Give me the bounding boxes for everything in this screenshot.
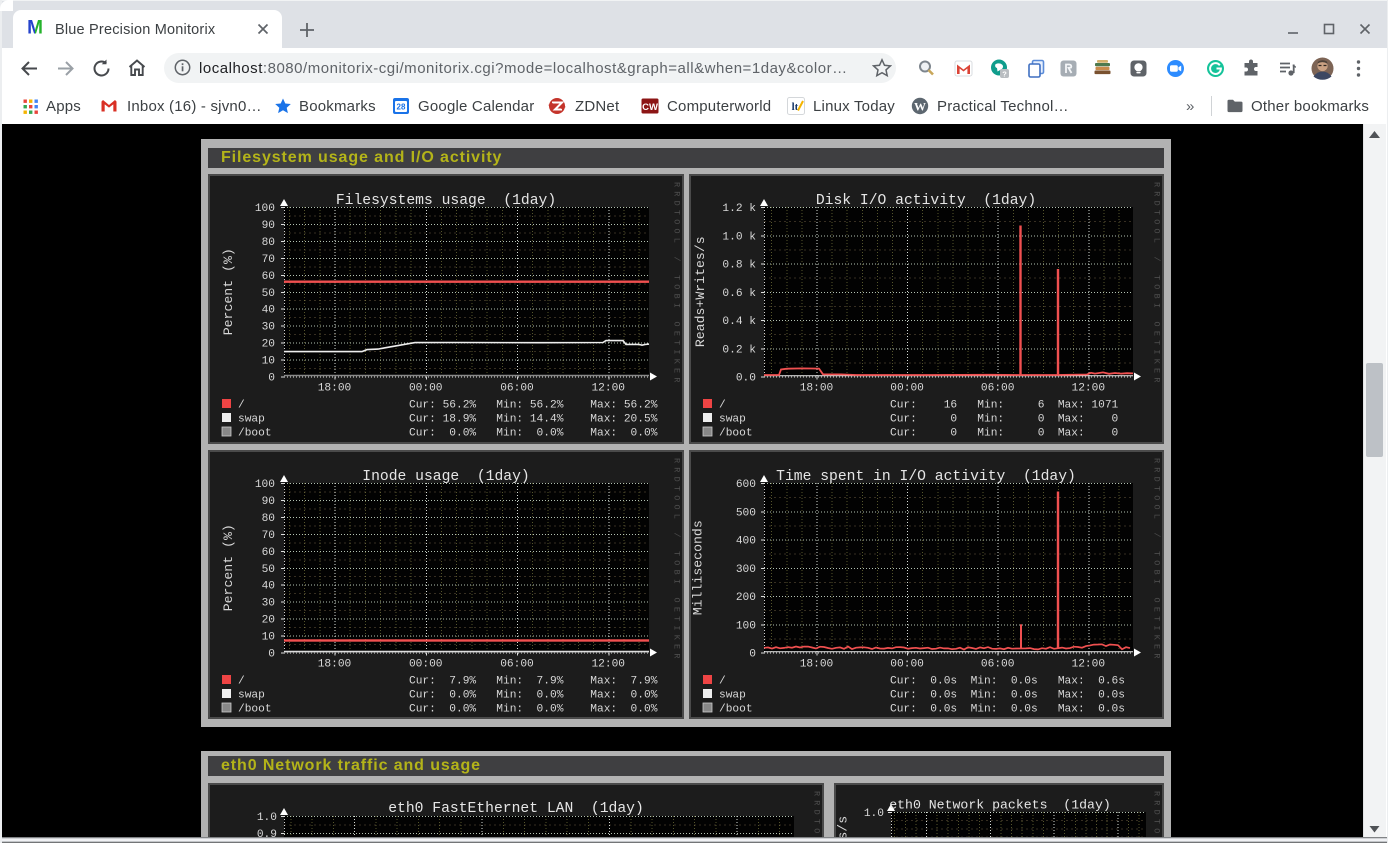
svg-text:70: 70 <box>262 530 276 542</box>
svg-text:06:00: 06:00 <box>981 659 1015 671</box>
svg-text:40: 40 <box>262 305 276 317</box>
svg-text:70: 70 <box>262 254 276 266</box>
svg-text:20: 20 <box>262 615 276 627</box>
svg-text:12:00: 12:00 <box>591 659 625 671</box>
svg-text:00:00: 00:00 <box>890 659 924 671</box>
svg-text:100: 100 <box>255 479 275 491</box>
svg-text:Cur: 0.0% Min: 0.0% Max: Cur: 0.0% Min: 0.0% Max: 0.0% <box>409 704 658 716</box>
svg-text:18:00: 18:00 <box>800 659 834 671</box>
svg-text:50: 50 <box>262 564 276 576</box>
svg-text:Percent (%): Percent (%) <box>221 524 236 611</box>
svg-text:100: 100 <box>736 620 756 632</box>
svg-text:00:00: 00:00 <box>409 383 443 395</box>
svg-text:Filesystems usage (1day): Filesystems usage (1day) <box>336 193 556 209</box>
svg-text:Milliseconds: Milliseconds <box>691 520 706 615</box>
svg-text:lt: lt <box>792 101 799 113</box>
svg-text:18:00: 18:00 <box>318 383 352 395</box>
svg-text:/: / <box>238 676 245 688</box>
svg-text:/boot: /boot <box>719 428 753 440</box>
svg-text:RRDTOOL / TOBI OETIKER: RRDTOOL / TOBI OETIKER <box>1152 791 1162 843</box>
svg-text:12:00: 12:00 <box>1072 383 1106 395</box>
svg-text:80: 80 <box>262 513 276 525</box>
svg-text:Cur: 0.0s Min: 0.0s Max:: Cur: 0.0s Min: 0.0s Max: 0.0s <box>890 690 1125 702</box>
svg-text:0.8 k: 0.8 k <box>722 260 756 272</box>
svg-text:200: 200 <box>736 592 756 604</box>
svg-text:/boot: /boot <box>719 704 753 716</box>
svg-text:90: 90 <box>262 496 276 508</box>
svg-text:Cur: 0.0% Min: 0.0% Max: Cur: 0.0% Min: 0.0% Max: 0.0% <box>409 428 658 440</box>
svg-text:80: 80 <box>262 237 276 249</box>
svg-text:Cur: 0 Min: 0 Max:: Cur: 0 Min: 0 Max: 0 <box>890 414 1119 426</box>
svg-text:10: 10 <box>262 356 276 368</box>
svg-text:Cur: 0.0s Min: 0.0s Max:: Cur: 0.0s Min: 0.0s Max: 0.0s <box>890 704 1125 716</box>
svg-text:swap: swap <box>719 690 746 702</box>
svg-text:06:00: 06:00 <box>981 383 1015 395</box>
svg-text:RRDTOOL / TOBI OETIKER: RRDTOOL / TOBI OETIKER <box>1152 182 1162 387</box>
svg-text:/boot: /boot <box>238 704 272 716</box>
svg-text:0: 0 <box>268 373 275 385</box>
svg-text:RRDTOOL / TOBI OETIKER: RRDTOOL / TOBI OETIKER <box>672 182 682 387</box>
svg-text:18:00: 18:00 <box>800 383 834 395</box>
svg-text:12:00: 12:00 <box>591 383 625 395</box>
svg-text:Cur: 0.0s Min: 0.0s Max:: Cur: 0.0s Min: 0.0s Max: 0.6s <box>890 676 1125 688</box>
svg-text:/: / <box>238 400 245 412</box>
svg-text:0.4 k: 0.4 k <box>722 316 756 328</box>
svg-text:swap: swap <box>238 690 265 702</box>
svg-text:30: 30 <box>262 322 276 334</box>
svg-text:28: 28 <box>397 103 406 112</box>
svg-text:CW: CW <box>642 102 658 113</box>
svg-text:40: 40 <box>262 581 276 593</box>
svg-text:0: 0 <box>749 649 756 661</box>
svg-text:30: 30 <box>262 598 276 610</box>
svg-text:swap: swap <box>719 414 746 426</box>
svg-text:20: 20 <box>262 339 276 351</box>
svg-text:500: 500 <box>736 507 756 519</box>
svg-text:400: 400 <box>736 536 756 548</box>
svg-text:00:00: 00:00 <box>409 659 443 671</box>
svg-text:Disk I/O activity (1day): Disk I/O activity (1day) <box>816 193 1036 209</box>
svg-text:/boot: /boot <box>238 428 272 440</box>
svg-text:50: 50 <box>262 288 276 300</box>
svg-text:?: ? <box>1002 69 1007 78</box>
svg-text:eth0 FastEthernet LAN (1day): eth0 FastEthernet LAN (1day) <box>388 801 644 817</box>
svg-text:00:00: 00:00 <box>890 383 924 395</box>
svg-text:18:00: 18:00 <box>318 659 352 671</box>
svg-text:300: 300 <box>736 564 756 576</box>
svg-text:10: 10 <box>262 632 276 644</box>
svg-text:100: 100 <box>255 203 275 215</box>
svg-text:/: / <box>719 400 726 412</box>
svg-text:Cur: 0.0% Min: 0.0% Max: Cur: 0.0% Min: 0.0% Max: 0.0% <box>409 690 658 702</box>
svg-text:06:00: 06:00 <box>500 659 534 671</box>
svg-text:Cur: 56.2% Min: 56.2% Max: Cur: 56.2% Min: 56.2% Max: 56.2% <box>409 400 658 412</box>
svg-text:0.6 k: 0.6 k <box>722 288 756 300</box>
svg-text:1.2 k: 1.2 k <box>722 203 756 215</box>
svg-text:Cur: 0 Min: 0 Max:: Cur: 0 Min: 0 Max: 0 <box>890 428 1119 440</box>
svg-text:/: / <box>719 676 726 688</box>
svg-text:60: 60 <box>262 547 276 559</box>
svg-text:Reads+Writes/s: Reads+Writes/s <box>693 236 708 347</box>
svg-text:Inode usage (1day): Inode usage (1day) <box>362 469 529 485</box>
svg-text:Cur: 16 Min: 6 Max:: Cur: 16 Min: 6 Max: 1071 <box>890 400 1119 412</box>
svg-text:12:00: 12:00 <box>1072 659 1106 671</box>
svg-text:0: 0 <box>268 649 275 661</box>
svg-text:eth0 Network packets (1day): eth0 Network packets (1day) <box>889 798 1111 813</box>
svg-text:Percent (%): Percent (%) <box>221 248 236 335</box>
svg-text:600: 600 <box>736 479 756 491</box>
svg-text:RRDTOOL / TOBI OETIKER: RRDTOOL / TOBI OETIKER <box>1152 458 1162 663</box>
svg-text:Time spent in I/O activity (1: Time spent in I/O activity (1day) <box>776 469 1076 485</box>
svg-text:RRDTOOL / TOBI OETIKER: RRDTOOL / TOBI OETIKER <box>672 458 682 663</box>
svg-text:Cur: 18.9% Min: 14.4% Max: Cur: 18.9% Min: 14.4% Max: 20.5% <box>409 414 658 426</box>
svg-text:RRDTOOL / TOBI OETIKER: RRDTOOL / TOBI OETIKER <box>812 791 822 843</box>
svg-text:Cur: 7.9% Min: 7.9% Max: Cur: 7.9% Min: 7.9% Max: 7.9% <box>409 676 658 688</box>
svg-text:0.0: 0.0 <box>736 373 756 385</box>
svg-text:0.2 k: 0.2 k <box>722 344 756 356</box>
svg-text:1.0: 1.0 <box>257 812 277 824</box>
svg-text:1.0: 1.0 <box>864 808 884 820</box>
svg-text:W: W <box>914 99 926 113</box>
svg-text:swap: swap <box>238 414 265 426</box>
svg-text:60: 60 <box>262 271 276 283</box>
svg-text:90: 90 <box>262 220 276 232</box>
svg-text:1.0 k: 1.0 k <box>722 231 756 243</box>
svg-text:06:00: 06:00 <box>500 383 534 395</box>
